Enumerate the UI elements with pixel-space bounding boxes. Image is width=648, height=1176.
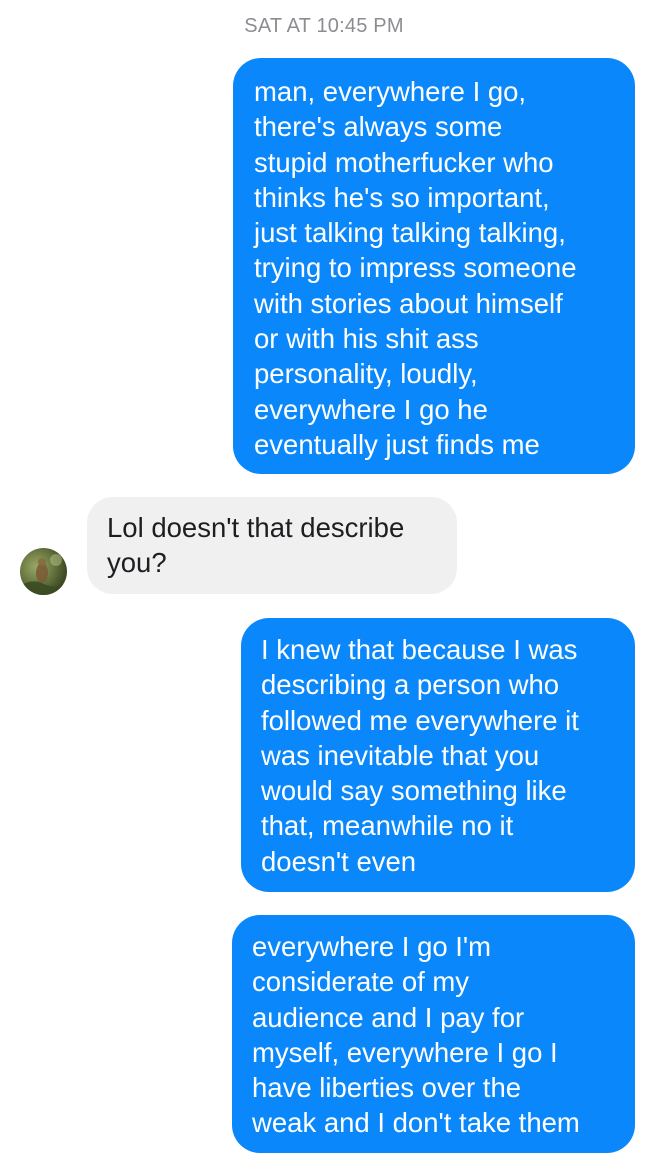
outgoing-message-bubble[interactable]: I knew that because I was describing a p…: [241, 618, 635, 892]
avatar-photo-icon: [20, 554, 67, 595]
conversation-timestamp: SAT AT 10:45 PM: [244, 15, 404, 37]
outgoing-message-bubble[interactable]: man, everywhere I go, there's always som…: [233, 58, 635, 474]
incoming-message-bubble[interactable]: Lol doesn't that describe you?: [87, 497, 457, 594]
outgoing-message-bubble[interactable]: everywhere I go I'm considerate of my au…: [232, 915, 635, 1153]
contact-avatar[interactable]: [20, 548, 67, 595]
